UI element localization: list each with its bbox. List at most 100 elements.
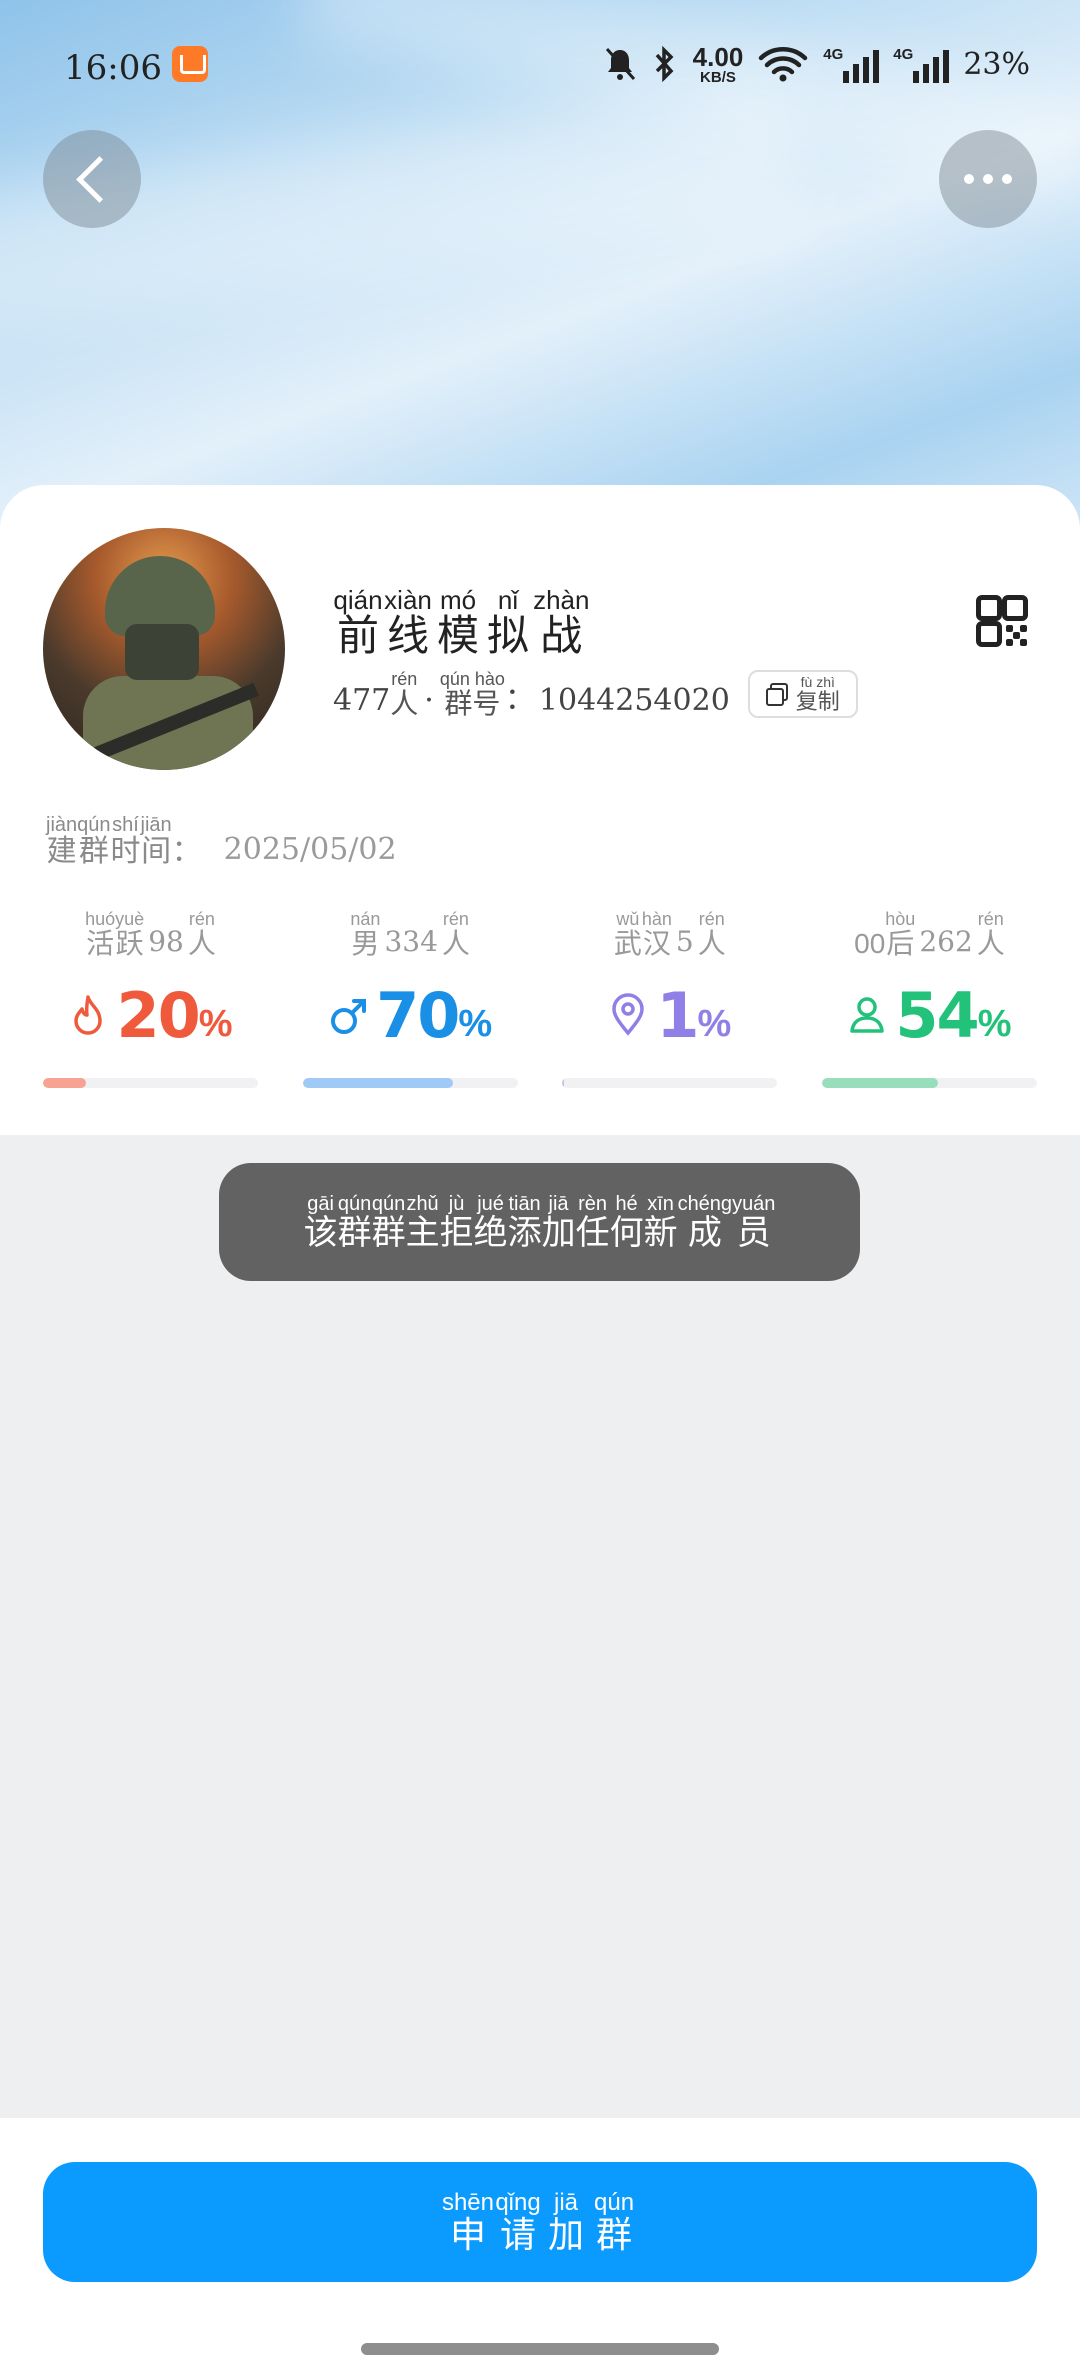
- more-dots-icon: [964, 174, 1012, 184]
- founded-label-char: jiàn 建: [46, 814, 78, 868]
- toast-char: tiān 添: [507, 1193, 542, 1252]
- stat-percent: 54: [895, 978, 979, 1052]
- stat-label-char: wǔ 武: [613, 909, 642, 959]
- person-icon: [850, 997, 885, 1033]
- stat-progress-fill: [562, 1078, 565, 1088]
- percent-sign: %: [198, 1002, 233, 1045]
- battery-level: 23%: [963, 46, 1030, 82]
- stat-progress-bar: [43, 1078, 258, 1088]
- toast-char: chéng 成: [677, 1193, 733, 1252]
- stats-row: huó 活 yuè 跃 98 rén 人 20% nán 男 334 rén 人 70% wǔ 武 hàn 汉 5 r…: [43, 910, 1037, 1088]
- stat-count: 334: [384, 925, 438, 958]
- apply-join-label-char: jiā 加: [548, 2189, 585, 2255]
- copy-label: fù zhì 复制: [795, 674, 840, 714]
- percent-sign: %: [458, 1002, 493, 1045]
- toast-char: jiā 加: [541, 1193, 576, 1252]
- chevron-left-icon: [75, 155, 123, 203]
- founded-date: 2025/05/02: [223, 832, 397, 867]
- percent-sign: %: [697, 1002, 732, 1045]
- status-bar: 16:06 4.00 KB/S 4G 4G 23%: [0, 40, 1080, 100]
- group-name-char: mó 模: [437, 585, 480, 659]
- qr-code-icon[interactable]: [976, 595, 1028, 647]
- group-name-char: xiàn 线: [384, 585, 432, 659]
- apply-join-label-char: shēn 申: [441, 2189, 494, 2255]
- stat-label: huó 活 yuè 跃 98 rén 人: [85, 910, 216, 958]
- stat-progress-bar: [562, 1078, 778, 1088]
- stat-label-char: hàn 汉: [641, 909, 672, 959]
- status-time: 16:06: [64, 48, 162, 88]
- group-number: 1044254020: [538, 683, 730, 718]
- stat-unit: rén 人: [697, 909, 726, 959]
- stat-label-char: hòu 后: [885, 909, 916, 959]
- more-options-button[interactable]: [939, 130, 1037, 228]
- founded-label-char: jiān 间: [140, 814, 172, 868]
- stat-label-char: 00: [854, 928, 886, 959]
- stat-column: nán 男 334 rén 人 70%: [302, 910, 518, 1088]
- member-count: 477: [333, 683, 391, 718]
- stat-column: wǔ 武 hàn 汉 5 rén 人 1%: [562, 910, 778, 1088]
- back-button[interactable]: [43, 130, 141, 228]
- toast-char: rèn 任: [575, 1193, 610, 1252]
- stat-value: 54%: [847, 978, 1012, 1052]
- group-avatar: [43, 528, 285, 770]
- mute-bell-icon: [605, 47, 635, 81]
- stat-progress-bar: [302, 1078, 518, 1088]
- stat-label: nán 男 334 rén 人: [350, 910, 470, 958]
- stat-percent: 70: [376, 978, 460, 1052]
- copy-icon: [765, 683, 788, 706]
- member-unit: rén 人: [390, 669, 419, 719]
- group-name-char: qián 前: [333, 585, 383, 659]
- stat-progress-fill: [302, 1078, 454, 1088]
- stat-value: 20%: [68, 978, 233, 1052]
- stat-label-char: huó 活: [85, 909, 116, 959]
- apply-join-label-char: qǐng 请: [495, 2189, 541, 2255]
- group-number-label: qún hào 群号: [439, 669, 505, 719]
- toast-message: gāi 该 qún 群 qún 群 zhǔ 主 jù 拒 jué 绝 tiān 添 jiā 加 rèn 任 hé 何 x…: [219, 1163, 860, 1281]
- toast-char: qún 群: [337, 1193, 372, 1252]
- stat-progress-fill: [43, 1078, 86, 1088]
- apply-join-button[interactable]: shēn 申 qǐng 请 jiā 加 qún 群: [43, 2162, 1037, 2282]
- location-icon: [612, 993, 645, 1036]
- toast-char: jù 拒: [439, 1193, 474, 1252]
- stat-label: wǔ 武 hàn 汉 5 rén 人: [614, 910, 726, 958]
- stat-percent: 20: [116, 978, 200, 1052]
- copy-button[interactable]: fù zhì 复制: [747, 670, 858, 718]
- stat-count: 98: [148, 925, 184, 958]
- stat-progress-bar: [821, 1078, 1037, 1088]
- stat-progress-fill: [821, 1078, 939, 1088]
- stat-unit: rén 人: [187, 909, 216, 959]
- founded-label-char: shí 时: [110, 814, 141, 868]
- group-name-char: nǐ 拟: [487, 585, 530, 659]
- wifi-icon: [759, 47, 808, 82]
- group-name-char: zhàn 战: [533, 585, 590, 659]
- stat-percent: 1: [656, 978, 699, 1052]
- toast-char: xīn 新: [643, 1193, 678, 1252]
- stat-label-char: nán 男: [350, 909, 381, 959]
- signal-sim2-icon: 4G: [893, 46, 950, 83]
- flame-icon: [74, 995, 103, 1035]
- bluetooth-icon: [655, 45, 674, 83]
- founded-label: jiàn 建 qún 群 shí 时 jiān 间: [46, 815, 172, 867]
- home-indicator[interactable]: [361, 2343, 719, 2355]
- group-info-card: qián 前 xiàn 线 mó 模 nǐ 拟 zhàn 战 477 rén 人 · qún hào…: [0, 485, 1080, 1135]
- apply-join-label-char: qún 群: [594, 2189, 635, 2255]
- separator-dot: ·: [424, 683, 434, 718]
- stat-unit: rén 人: [976, 909, 1005, 959]
- stat-column: huó 活 yuè 跃 98 rén 人 20%: [43, 910, 258, 1088]
- stat-value: 70%: [328, 978, 493, 1052]
- signal-sim1-icon: 4G: [823, 46, 880, 83]
- group-name: qián 前 xiàn 线 mó 模 nǐ 拟 zhàn 战: [333, 587, 589, 657]
- stat-count: 262: [919, 925, 973, 958]
- percent-sign: %: [977, 1002, 1012, 1045]
- toast-char: zhǔ 主: [405, 1193, 440, 1252]
- net-speed: 4.00 KB/S: [692, 41, 744, 86]
- toast-char: hé 何: [609, 1193, 644, 1252]
- toast-char: yuán 员: [732, 1193, 776, 1252]
- male-icon: [331, 999, 367, 1034]
- group-meta: 477 rén 人 · qún hào 群号 ： 1044254020 fù zhì…: [333, 670, 858, 718]
- toast-char: qún 群: [371, 1193, 406, 1252]
- founded-date-row: jiàn 建 qún 群 shí 时 jiān 间 ： 2025/05/02: [46, 814, 397, 868]
- reader-app-icon: [172, 46, 208, 82]
- stat-unit: rén 人: [441, 909, 470, 959]
- stat-value: 1%: [608, 978, 732, 1052]
